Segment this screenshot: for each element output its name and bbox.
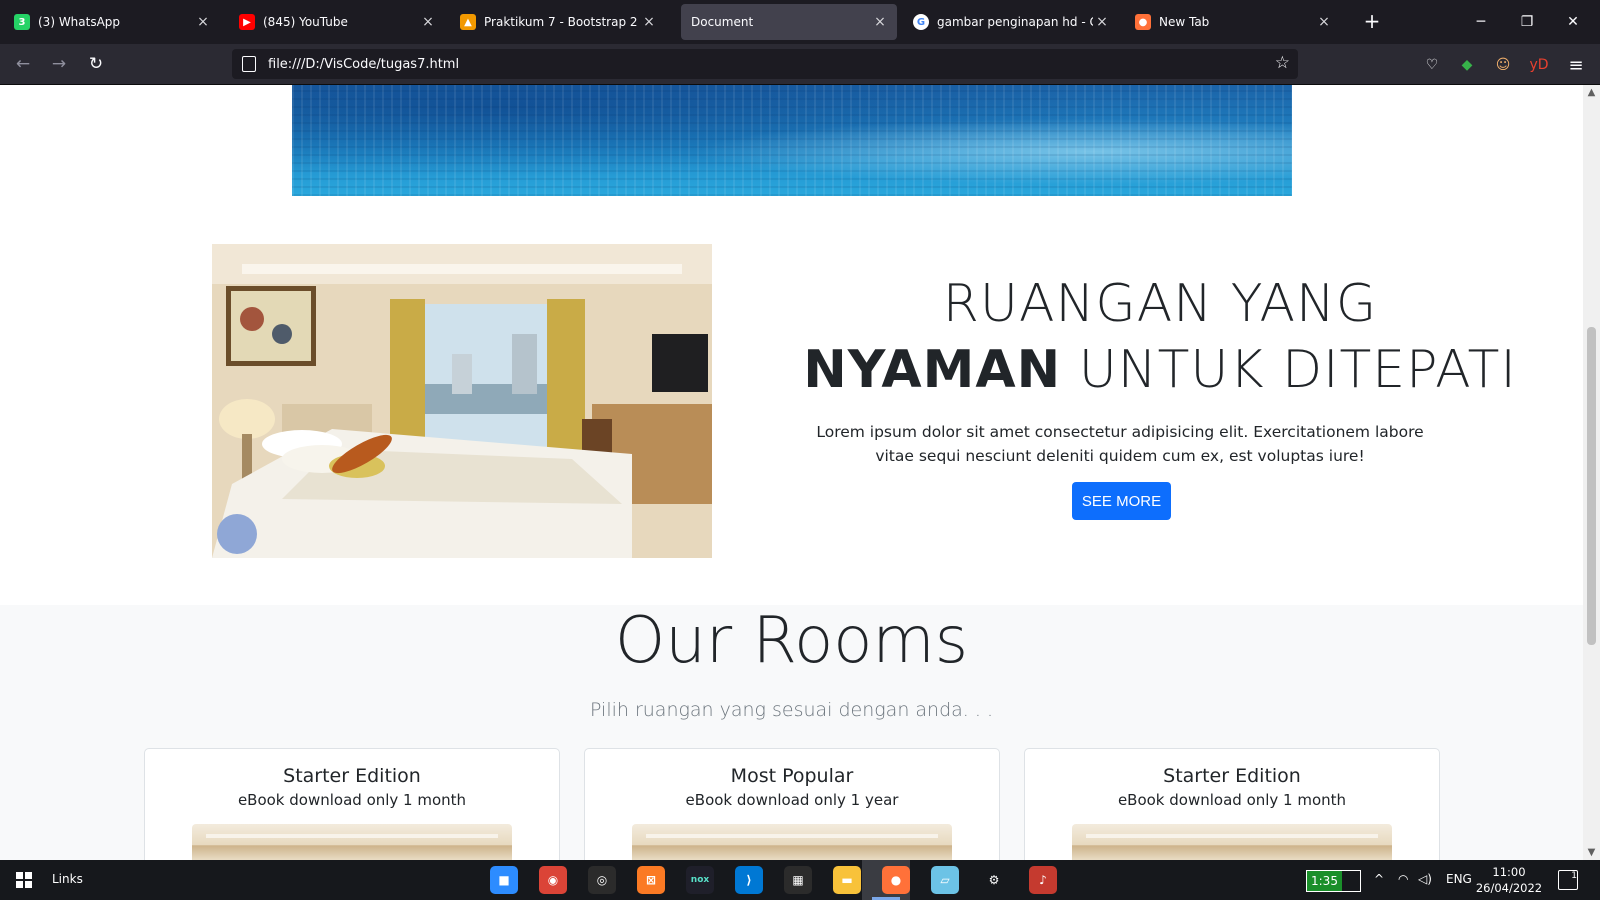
pocket-icon[interactable]: ♡ [1421,54,1443,76]
tab-title: (3) WhatsApp [38,15,121,29]
wifi-icon[interactable]: ◠ [1398,872,1408,886]
chrome-icon[interactable]: ◉ [539,866,567,894]
browser-tab[interactable]: 3 (3) WhatsApp × [4,4,220,40]
profile-avatar-icon[interactable]: ☺ [1492,54,1514,76]
scroll-down-arrow[interactable]: ▼ [1583,847,1600,858]
tab-title: Praktikum 7 - Bootstrap 2 [484,15,638,29]
battery-indicator[interactable]: 1:35 [1306,870,1361,892]
rooms-subtitle: Pilih ruangan yang sesuai dengan anda. .… [590,699,993,721]
google-icon: G [913,14,929,30]
obs-icon[interactable]: ◎ [588,866,616,894]
settings-icon[interactable]: ⚙ [980,866,1008,894]
pool-image [292,85,1292,196]
scrollbar-thumb[interactable] [1587,327,1596,645]
card-text: eBook download only 1 month [237,791,467,809]
tab-close-icon[interactable]: × [1093,14,1111,30]
card-room-image [192,824,512,860]
url-bar[interactable]: file:///D:/VisCode/tugas7.html ☆ [232,49,1298,79]
headline-line1: RUANGAN YANG [942,274,1378,334]
menu-icon[interactable]: ≡ [1565,54,1587,76]
card-text: eBook download only 1 year [685,791,899,809]
nox-icon[interactable]: nox [686,866,714,894]
lead-paragraph: Lorem ipsum dolor sit amet consectetur a… [816,423,1424,465]
vscode-icon[interactable]: ⟩ [735,866,763,894]
headline-rest: UNTUK DITEPATI [1061,340,1517,400]
tab-close-icon[interactable]: × [419,14,437,30]
browser-tab[interactable]: ▶ (845) YouTube × [229,4,445,40]
navigation-toolbar: ← → ↻ file:///D:/VisCode/tugas7.html ☆ ♡… [0,44,1600,85]
yandex-extension-icon[interactable]: yD [1528,54,1550,76]
tab-strip: + ─ ❐ ✕ 3 (3) WhatsApp × ▶ (845) YouTube × ▲ Pr… [0,0,1600,44]
battery-level: 1:35 [1307,871,1342,891]
hotel-room-image [212,244,712,558]
card-title: Most Popular [730,765,854,787]
firefox-icon: ● [1135,14,1151,30]
card-title: Starter Edition [283,765,421,787]
tab-close-icon[interactable]: × [871,14,889,30]
clapper-icon[interactable]: ▦ [784,866,812,894]
tab-title: (845) YouTube [263,15,348,29]
forward-button[interactable]: → [44,50,74,78]
browser-tab[interactable]: Document × [681,4,897,40]
rooms-title: Our Rooms [614,604,969,678]
clock-time: 11:00 [1492,865,1526,879]
url-text[interactable]: file:///D:/VisCode/tugas7.html [268,57,459,72]
headline-line2: NYAMAN UNTUK DITEPATI [780,337,1540,403]
new-tab-button[interactable]: + [1360,10,1384,34]
zoom-icon[interactable]: ■ [490,866,518,894]
minimize-button[interactable]: ─ [1458,0,1504,44]
classroom-icon: ▲ [460,14,476,30]
extension-colorful-icon[interactable]: ◆ [1456,54,1478,76]
card-room-image [632,824,952,860]
tab-close-icon[interactable]: × [1315,14,1333,30]
headline: RUANGAN YANG NYAMAN UNTUK DITEPATI [780,271,1540,403]
card-text: eBook download only 1 month [1117,791,1347,809]
browser-tab[interactable]: Ggambar penginapan hd - Googl× [903,4,1119,40]
start-button[interactable] [16,872,32,888]
window-close-button[interactable]: ✕ [1550,0,1596,44]
room-card: Starter Edition eBook download only 1 mo… [144,748,560,860]
card-title: Starter Edition [1163,765,1301,787]
notification-center-icon[interactable]: 1 [1558,870,1578,890]
reload-button[interactable]: ↻ [81,50,111,78]
file-explorer-icon[interactable]: ▬ [833,866,861,894]
youtube-icon: ▶ [239,14,255,30]
back-button[interactable]: ← [8,50,38,78]
windows-taskbar: Links 1:35 ^ ◠ ◁) ENG 11:00 26/04/2022 1… [0,860,1600,900]
tab-title: New Tab [1159,15,1210,29]
whatsapp-icon: 3 [14,14,30,30]
tray-chevron-icon[interactable]: ^ [1374,872,1384,886]
language-indicator[interactable]: ENG [1446,872,1472,886]
page-scrollbar[interactable]: ▲ ▼ [1583,85,1600,860]
tab-close-icon[interactable]: × [194,14,212,30]
clock-date: 26/04/2022 [1475,881,1543,895]
links-toolbar[interactable]: Links [52,872,83,886]
page-viewport: RUANGAN YANG NYAMAN UNTUK DITEPATI Lorem… [0,85,1583,860]
app-icon[interactable]: ♪ [1029,866,1057,894]
file-icon [242,56,256,72]
browser-tab[interactable]: ▲ Praktikum 7 - Bootstrap 2 × [450,4,666,40]
card-room-image [1072,824,1392,860]
room-card: Starter Edition eBook download only 1 mo… [1024,748,1440,860]
notes-icon[interactable]: ▱ [931,866,959,894]
firefox-taskbar-icon[interactable]: ● [882,866,910,894]
volume-icon[interactable]: ◁) [1418,872,1432,886]
restore-button[interactable]: ❐ [1504,0,1550,44]
tab-title: Document [691,15,754,29]
room-card: Most Popular eBook download only 1 year [584,748,1000,860]
notification-count: 1 [1571,871,1577,881]
xampp-icon[interactable]: ⊠ [637,866,665,894]
bookmark-star-icon[interactable]: ☆ [1275,53,1290,73]
browser-tab[interactable]: ● New Tab × [1125,4,1341,40]
tab-title: gambar penginapan hd - Googl [937,15,1093,29]
tab-close-icon[interactable]: × [640,14,658,30]
headline-emphasis: NYAMAN [803,340,1062,400]
clock[interactable]: 11:00 26/04/2022 [1474,864,1544,896]
see-more-button[interactable]: SEE MORE [1072,482,1171,520]
scroll-up-arrow[interactable]: ▲ [1583,87,1600,98]
